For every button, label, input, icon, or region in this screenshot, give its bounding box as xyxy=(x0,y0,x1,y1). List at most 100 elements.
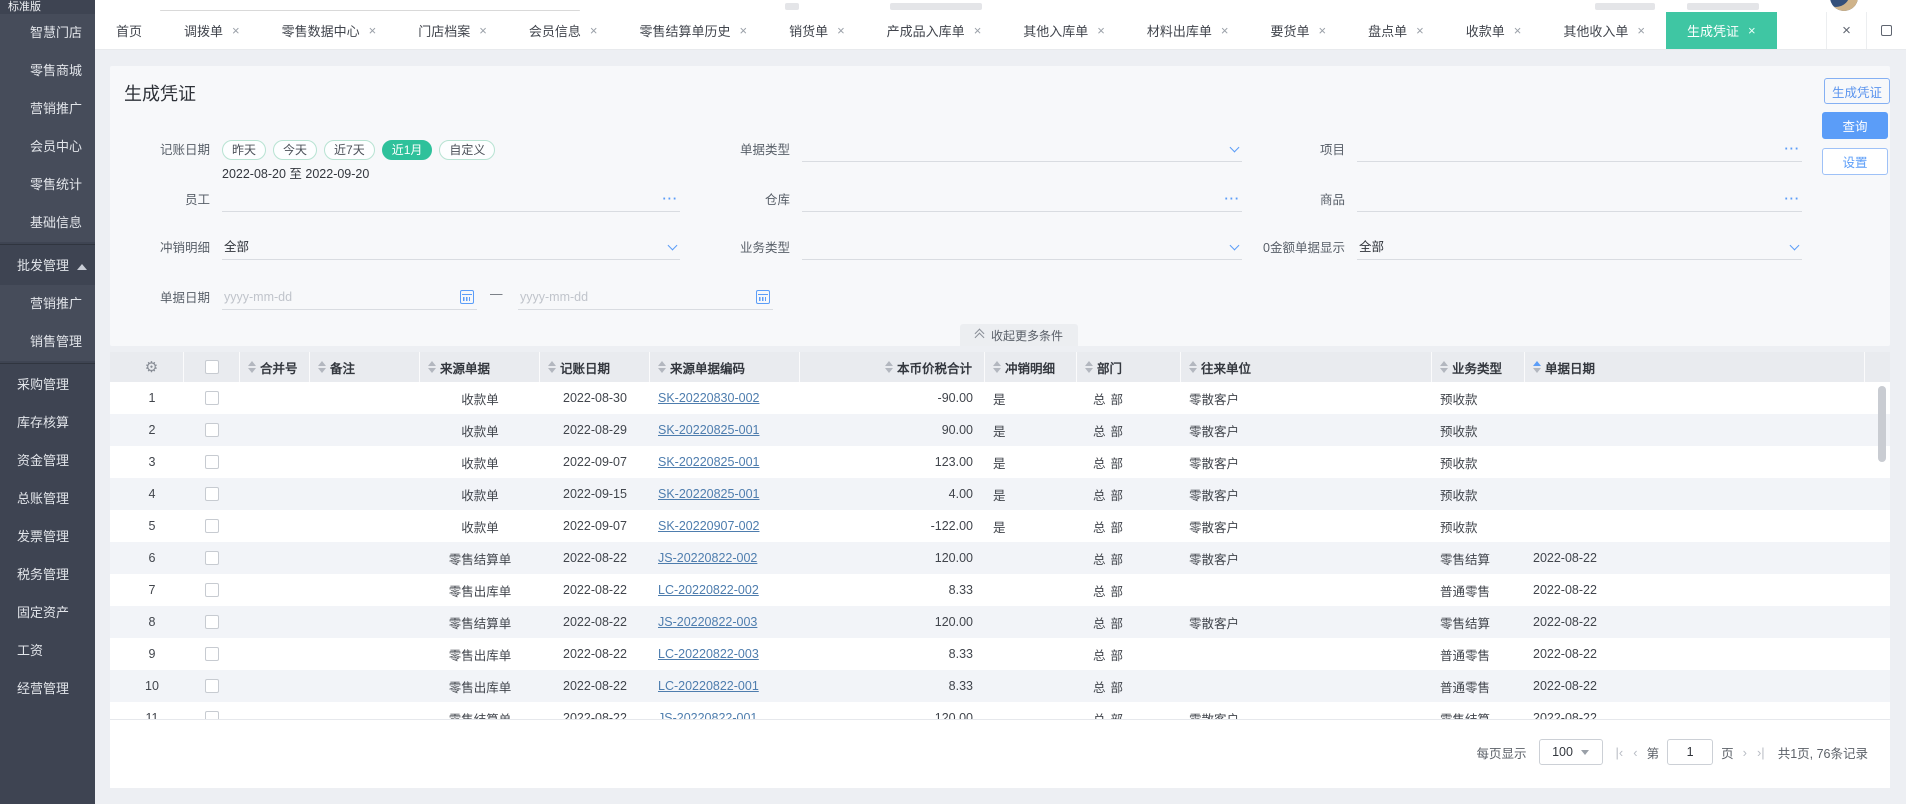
calendar-icon[interactable] xyxy=(756,290,770,304)
sort-icon[interactable] xyxy=(1440,361,1448,373)
sort-icon[interactable] xyxy=(318,361,326,373)
sidebar-item-零售商城[interactable]: 零售商城 xyxy=(0,52,95,90)
column-header-往来单位[interactable]: 往来单位 xyxy=(1181,352,1432,382)
column-header-合并号[interactable]: 合并号 xyxy=(240,352,310,382)
collapse-filters-button[interactable]: 收起更多条件 xyxy=(960,324,1078,346)
sidebar-item-零售统计[interactable]: 零售统计 xyxy=(0,166,95,204)
chevron-down-icon[interactable] xyxy=(1229,142,1240,153)
row-checkbox[interactable] xyxy=(205,711,219,719)
page-number-input[interactable]: 1 xyxy=(1667,739,1714,765)
writeoff-detail-select[interactable]: 全部 xyxy=(222,236,680,260)
first-page-button[interactable]: |‹ xyxy=(1615,745,1625,760)
more-icon[interactable]: ··· xyxy=(663,188,679,210)
goods-picker[interactable]: ··· xyxy=(1357,188,1802,212)
row-checkbox[interactable] xyxy=(205,423,219,437)
sidebar-item-销售管理[interactable]: 销售管理 xyxy=(0,323,95,361)
row-checkbox[interactable] xyxy=(205,647,219,661)
column-header-本币价税合计[interactable]: 本币价税合计 xyxy=(800,352,985,382)
column-header-来源单据[interactable]: 来源单据 xyxy=(420,352,540,382)
close-tab-icon[interactable]: × xyxy=(1514,24,1522,37)
tab-零售结算单历史[interactable]: 零售结算单历史 × xyxy=(618,12,768,49)
row-checkbox[interactable] xyxy=(205,455,219,469)
sidebar-item-发票管理[interactable]: 发票管理 xyxy=(0,518,95,556)
source-doc-link[interactable]: SK-20220825-001 xyxy=(658,455,759,469)
date-preset-昨天[interactable]: 昨天 xyxy=(222,140,267,160)
query-button[interactable]: 查询 xyxy=(1822,112,1888,139)
sort-icon[interactable] xyxy=(1189,361,1197,373)
source-doc-link[interactable]: SK-20220825-001 xyxy=(658,423,759,437)
row-checkbox[interactable] xyxy=(205,551,219,565)
column-header-部门[interactable]: 部门 xyxy=(1077,352,1181,382)
row-checkbox[interactable] xyxy=(205,679,219,693)
tab-其他入库单[interactable]: 其他入库单 × xyxy=(1002,12,1126,49)
sort-icon[interactable] xyxy=(993,361,1001,373)
sort-icon[interactable] xyxy=(548,361,556,373)
column-header-来源单据编码[interactable]: 来源单据编码 xyxy=(650,352,800,382)
chevron-down-icon[interactable] xyxy=(1789,240,1800,251)
sort-icon[interactable] xyxy=(1085,361,1093,373)
source-doc-link[interactable]: LC-20220822-001 xyxy=(658,679,759,693)
expand-icon[interactable] xyxy=(1866,12,1906,49)
next-page-button[interactable]: › xyxy=(1742,745,1748,760)
more-icon[interactable]: ··· xyxy=(1225,188,1241,210)
sidebar-item-会员中心[interactable]: 会员中心 xyxy=(0,128,95,166)
date-preset-近7天[interactable]: 近7天 xyxy=(324,140,375,160)
source-doc-link[interactable]: SK-20220825-001 xyxy=(658,487,759,501)
close-tab-icon[interactable]: × xyxy=(590,24,598,37)
sidebar-item-税务管理[interactable]: 税务管理 xyxy=(0,556,95,594)
more-icon[interactable]: ··· xyxy=(1785,138,1801,160)
column-header-记账日期[interactable]: 记账日期 xyxy=(540,352,650,382)
sidebar-item-库存核算[interactable]: 库存核算 xyxy=(0,404,95,442)
tab-首页[interactable]: 首页 xyxy=(95,12,163,49)
generate-voucher-button[interactable]: 生成凭证 xyxy=(1824,78,1890,104)
tab-材料出库单[interactable]: 材料出库单 × xyxy=(1126,12,1250,49)
employee-picker[interactable]: ··· xyxy=(222,188,680,212)
settings-button[interactable]: 设置 xyxy=(1822,148,1888,175)
close-tab-icon[interactable]: × xyxy=(369,24,377,37)
close-tab-icon[interactable]: × xyxy=(232,24,240,37)
last-page-button[interactable]: ›| xyxy=(1756,745,1766,760)
row-checkbox[interactable] xyxy=(205,487,219,501)
prev-page-button[interactable]: ‹ xyxy=(1632,745,1638,760)
source-doc-link[interactable]: JS-20220822-002 xyxy=(658,551,757,565)
close-tab-icon[interactable]: × xyxy=(1637,24,1645,37)
project-picker[interactable]: ··· xyxy=(1357,138,1802,162)
tab-销货单[interactable]: 销货单 × xyxy=(768,12,866,49)
date-preset-自定义[interactable]: 自定义 xyxy=(439,140,496,160)
close-tab-icon[interactable]: × xyxy=(1748,24,1756,37)
source-doc-link[interactable]: LC-20220822-002 xyxy=(658,583,759,597)
doc-type-select[interactable] xyxy=(802,138,1242,162)
sidebar-item-营销推广[interactable]: 营销推广 xyxy=(0,90,95,128)
close-tab-icon[interactable]: × xyxy=(1319,24,1327,37)
close-tab-icon[interactable]: × xyxy=(479,24,487,37)
zero-amount-select[interactable]: 全部 xyxy=(1357,236,1802,260)
tab-门店档案[interactable]: 门店档案 × xyxy=(397,12,508,49)
column-header-业务类型[interactable]: 业务类型 xyxy=(1432,352,1525,382)
date-preset-今天[interactable]: 今天 xyxy=(273,140,318,160)
column-header-冲销明细[interactable]: 冲销明细 xyxy=(985,352,1077,382)
avatar[interactable] xyxy=(1830,0,1858,11)
sidebar-item-工资[interactable]: 工资 xyxy=(0,632,95,670)
sort-icon[interactable] xyxy=(1533,361,1541,373)
sidebar-item-基础信息[interactable]: 基础信息 xyxy=(0,204,95,242)
tab-收款单[interactable]: 收款单 × xyxy=(1445,12,1543,49)
row-checkbox[interactable] xyxy=(205,519,219,533)
sort-icon[interactable] xyxy=(658,361,666,373)
source-doc-link[interactable]: LC-20220822-003 xyxy=(658,647,759,661)
gear-icon[interactable]: ⚙ xyxy=(145,358,158,376)
sidebar-item-固定资产[interactable]: 固定资产 xyxy=(0,594,95,632)
tab-盘点单[interactable]: 盘点单 × xyxy=(1347,12,1445,49)
tab-产成品入库单[interactable]: 产成品入库单 × xyxy=(866,12,1003,49)
tab-其他收入单[interactable]: 其他收入单 × xyxy=(1542,12,1666,49)
date-preset-近1月[interactable]: 近1月 xyxy=(381,140,433,160)
source-doc-link[interactable]: JS-20220822-003 xyxy=(658,615,757,629)
row-checkbox[interactable] xyxy=(205,583,219,597)
source-doc-link[interactable]: SK-20220830-002 xyxy=(658,391,759,405)
source-doc-link[interactable]: SK-20220907-002 xyxy=(658,519,759,533)
warehouse-picker[interactable]: ··· xyxy=(802,188,1242,212)
biz-type-select[interactable] xyxy=(802,236,1242,260)
sidebar-item-采购管理[interactable]: 采购管理 xyxy=(0,366,95,404)
close-tab-icon[interactable]: × xyxy=(837,24,845,37)
column-header-单据日期[interactable]: 单据日期 xyxy=(1525,352,1865,382)
sidebar-item-经营管理[interactable]: 经营管理 xyxy=(0,670,95,708)
